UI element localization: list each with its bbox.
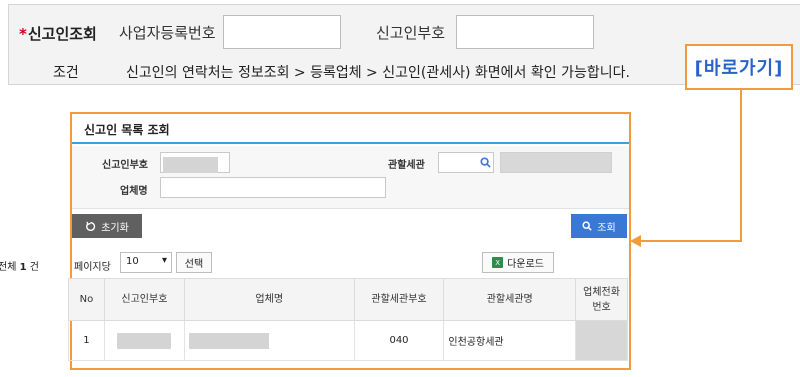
- connector-line-vertical: [740, 90, 742, 242]
- column-header[interactable]: No: [68, 278, 105, 321]
- select-button[interactable]: 선택: [176, 252, 212, 273]
- column-header[interactable]: 관할세관명: [443, 278, 577, 321]
- total-suffix: 건: [29, 262, 39, 273]
- condition-title-text: 신고인조회: [27, 25, 97, 43]
- row-number: 1: [68, 320, 105, 361]
- per-page-select[interactable]: 10 ▾: [120, 252, 172, 273]
- total-count: 1: [19, 262, 27, 273]
- connector-line-horizontal: [640, 240, 742, 242]
- condition-subtitle: 조건: [53, 65, 79, 81]
- declarant-no-cell: [103, 320, 185, 361]
- condition-panel: *신고인조회 사업자등록번호 신고인부호 조건 신고인의 연락처는 정보조회 >…: [8, 4, 800, 85]
- arrow-head-icon: [630, 235, 641, 247]
- per-page-label: 페이지당: [74, 262, 111, 273]
- customs-code-cell: 040: [353, 320, 445, 361]
- declarant-table: No 신고인부호 업체명 관할세관부호 관할세관명 업체전화 번호 1 040 …: [68, 278, 628, 361]
- list-toolbar: 전체 1 건 페이지당 10 ▾ 선택 X 다운로드: [0, 252, 628, 276]
- column-header[interactable]: 신고인부호: [103, 278, 185, 321]
- table-row[interactable]: 1 040 인천공항세관: [68, 320, 628, 361]
- chevron-down-icon: ▾: [161, 255, 167, 266]
- condition-title: *신고인조회: [19, 23, 97, 44]
- total-prefix: 전체: [0, 262, 17, 273]
- goto-link[interactable]: [바로가기]: [685, 44, 793, 90]
- customs-name-cell: 인천공항세관: [443, 320, 577, 361]
- download-button-label: 다운로드: [507, 259, 544, 270]
- table-header-row: No 신고인부호 업체명 관할세관부호 관할세관명 업체전화 번호: [68, 278, 628, 321]
- per-page-value: 10: [126, 256, 139, 267]
- column-header[interactable]: 관할세관부호: [353, 278, 445, 321]
- required-mark: *: [19, 25, 27, 43]
- declarant-no-input[interactable]: [456, 15, 594, 49]
- total-count-text: 전체 1 건: [0, 258, 39, 273]
- company-phone-cell: [575, 320, 628, 361]
- info-text: 신고인의 연락처는 정보조회 > 등록업체 > 신고인(관세사) 화면에서 확인…: [126, 65, 630, 81]
- column-header[interactable]: 업체전화 번호: [575, 278, 628, 321]
- company-name-cell: [183, 320, 355, 361]
- business-no-input[interactable]: [223, 15, 341, 49]
- download-button[interactable]: X 다운로드: [482, 252, 554, 273]
- column-header[interactable]: 업체명: [183, 278, 355, 321]
- excel-icon: X: [492, 257, 504, 268]
- declarant-no-label: 신고인부호: [376, 24, 446, 42]
- dialog-overlay-layer: 전체 1 건 페이지당 10 ▾ 선택 X 다운로드 No 신고인부호 업체명 …: [0, 112, 631, 370]
- business-no-label: 사업자등록번호: [119, 24, 216, 42]
